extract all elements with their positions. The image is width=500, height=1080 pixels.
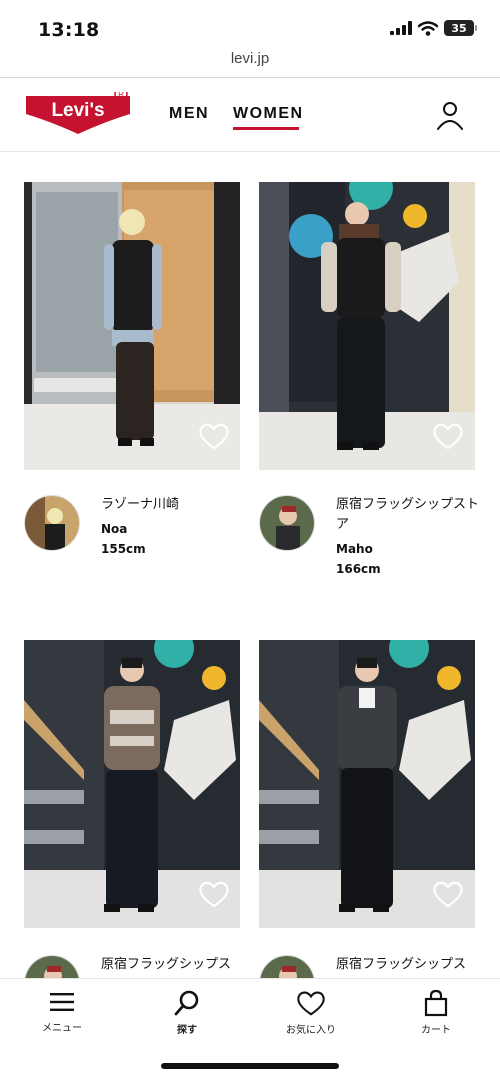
store-name-2: 原宿フラッグシップストア bbox=[336, 497, 480, 532]
store-name-1: ラゾーナ川崎 bbox=[101, 497, 180, 512]
heart-icon bbox=[297, 991, 325, 1016]
account-icon[interactable] bbox=[434, 99, 466, 131]
nav-women[interactable]: WOMEN bbox=[233, 105, 304, 123]
staff-name-1: Noa bbox=[101, 522, 128, 536]
battery-level: 35 bbox=[451, 21, 467, 35]
status-icons: 35 bbox=[390, 20, 477, 36]
tab-menu[interactable]: メニュー bbox=[7, 989, 117, 1043]
tab-cart-label: カート bbox=[421, 1025, 451, 1036]
tab-favorites[interactable]: お気に入り bbox=[256, 989, 366, 1043]
staff-avatar-2[interactable] bbox=[259, 495, 315, 551]
wifi-icon bbox=[418, 20, 438, 36]
battery-icon: 35 bbox=[444, 20, 477, 36]
nav-men[interactable]: MEN bbox=[169, 105, 209, 123]
staff-name-2: Maho bbox=[336, 542, 373, 556]
store-name-3: 原宿フラッグシップス bbox=[101, 957, 232, 972]
levis-logo[interactable]: Levi's R bbox=[24, 92, 132, 136]
tab-menu-label: メニュー bbox=[42, 1023, 82, 1034]
svg-text:R: R bbox=[118, 92, 124, 99]
nav-active-underline bbox=[233, 127, 299, 130]
tab-cart[interactable]: カート bbox=[381, 989, 491, 1043]
tab-search-label: 探す bbox=[177, 1025, 197, 1036]
staff-height-1: 155cm bbox=[101, 542, 146, 556]
status-time: 13:18 bbox=[38, 19, 100, 41]
favorite-heart-icon-4[interactable] bbox=[432, 880, 464, 908]
favorite-heart-icon-3[interactable] bbox=[198, 880, 230, 908]
favorite-heart-icon-2[interactable] bbox=[432, 422, 464, 450]
bag-icon bbox=[424, 989, 448, 1017]
staff-height-2: 166cm bbox=[336, 562, 381, 576]
home-indicator bbox=[161, 1063, 339, 1069]
store-name-4: 原宿フラッグシップス bbox=[336, 957, 467, 972]
staff-avatar-1[interactable] bbox=[24, 495, 80, 551]
tab-favorites-label: お気に入り bbox=[286, 1025, 336, 1036]
site-header: Levi's R MEN WOMEN bbox=[0, 78, 500, 152]
levis-logo-text: Levi's bbox=[51, 100, 104, 121]
tab-search[interactable]: 探す bbox=[132, 989, 242, 1043]
search-icon bbox=[174, 990, 199, 1016]
menu-icon bbox=[50, 993, 74, 1011]
signal-icon bbox=[390, 21, 412, 35]
favorite-heart-icon-1[interactable] bbox=[198, 422, 230, 450]
status-bar: 13:18 35 bbox=[0, 0, 500, 48]
url-bar[interactable]: levi.jp bbox=[0, 50, 500, 76]
